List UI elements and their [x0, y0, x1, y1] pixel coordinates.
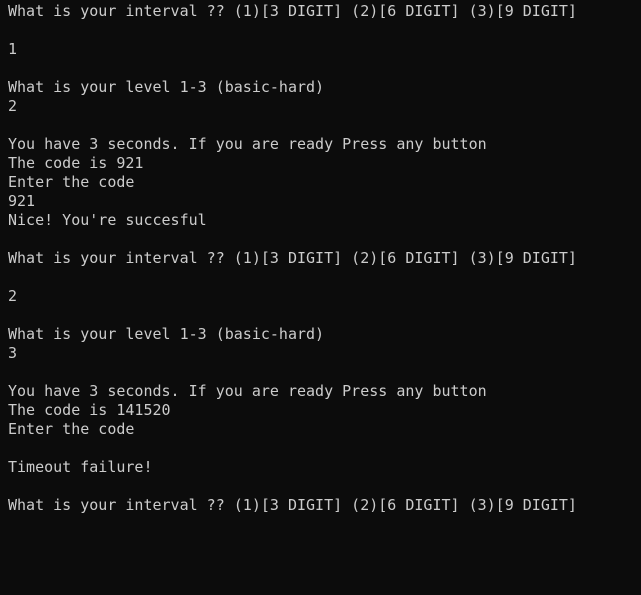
output-line: Nice! You're succesful [8, 211, 207, 229]
output-line: What is your level 1-3 (basic-hard) [8, 78, 325, 96]
output-line: The code is 141520 [8, 401, 171, 419]
terminal-output[interactable]: What is your interval ?? (1)[3 DIGIT] (2… [0, 0, 641, 595]
output-line: 2 [8, 97, 18, 115]
output-line: What is your level 1-3 (basic-hard) [8, 325, 325, 343]
output-line: You have 3 seconds. If you are ready Pre… [8, 382, 487, 400]
output-line: What is your interval ?? (1)[3 DIGIT] (2… [8, 2, 577, 20]
output-line: 1 [8, 40, 18, 58]
input-line[interactable] [8, 534, 641, 553]
output-line: 921 [8, 192, 36, 210]
output-line: The code is 921 [8, 154, 144, 172]
output-line: Enter the code [8, 173, 135, 191]
output-line: Enter the code [8, 420, 135, 438]
output-line: 2 [8, 287, 18, 305]
output-line: Timeout failure! [8, 458, 153, 476]
output-line: What is your interval ?? (1)[3 DIGIT] (2… [8, 249, 577, 267]
output-line: 3 [8, 344, 18, 362]
output-line: You have 3 seconds. If you are ready Pre… [8, 135, 487, 153]
output-line: What is your interval ?? (1)[3 DIGIT] (2… [8, 496, 577, 514]
